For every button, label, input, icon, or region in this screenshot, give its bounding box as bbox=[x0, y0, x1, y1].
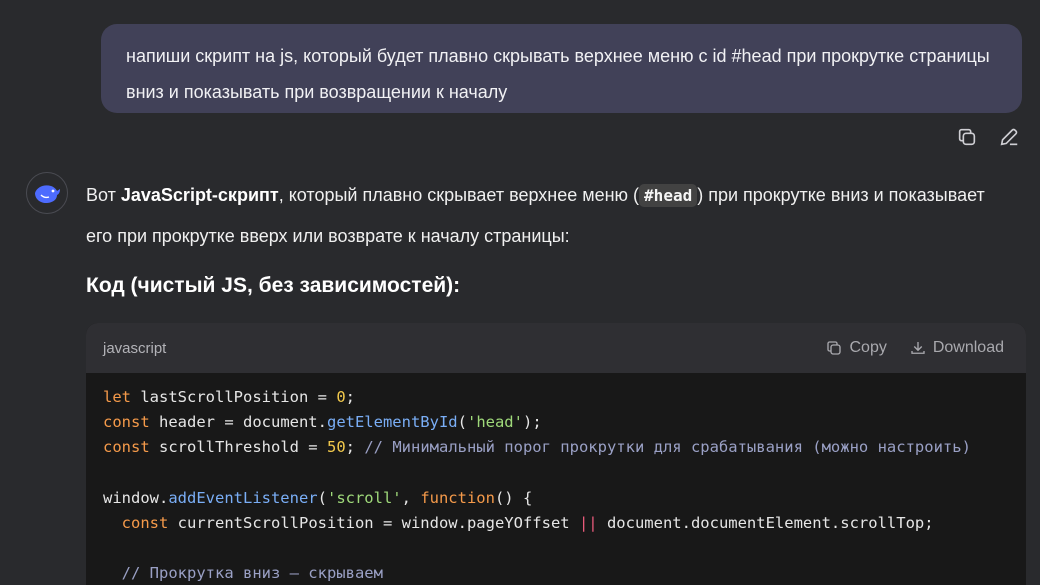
code-text: window. bbox=[103, 488, 169, 507]
code-line: let lastScrollPosition = 0; bbox=[103, 388, 355, 406]
code-header: javascript Copy Download bbox=[86, 323, 1026, 373]
code-number: 0 bbox=[336, 388, 346, 406]
code-function: addEventListener bbox=[168, 488, 318, 507]
message-actions bbox=[954, 124, 1022, 150]
code-keyword: const bbox=[103, 413, 150, 432]
inline-code: #head bbox=[639, 184, 698, 207]
code-text: lastScrollPosition = bbox=[131, 388, 337, 406]
code-text: header = document. bbox=[149, 413, 327, 432]
code-comment: // Прокрутка вниз — скрываем bbox=[121, 564, 383, 583]
code-block: javascript Copy Download let lastScrollP… bbox=[86, 323, 1026, 585]
code-text: ); bbox=[522, 413, 542, 432]
download-icon bbox=[911, 342, 925, 354]
code-content: let lastScrollPosition = 0; const header… bbox=[86, 373, 1026, 585]
code-actions: Copy Download bbox=[825, 339, 1004, 357]
copy-code-button[interactable]: Copy bbox=[825, 339, 887, 357]
user-message-text: напиши скрипт на js, который будет плавн… bbox=[126, 46, 990, 102]
code-function: getElementById bbox=[326, 413, 458, 432]
code-line: const header = document.getElementById('… bbox=[103, 413, 542, 431]
copy-icon bbox=[958, 128, 976, 146]
copy-code-label: Copy bbox=[849, 339, 887, 356]
code-text: scrollThreshold = bbox=[149, 438, 327, 457]
code-number: 50 bbox=[326, 438, 346, 457]
user-message: напиши скрипт на js, который будет плавн… bbox=[101, 24, 1022, 113]
intro-text: Вот bbox=[86, 185, 121, 205]
copy-message-button[interactable] bbox=[954, 124, 980, 150]
code-string: 'scroll' bbox=[326, 488, 402, 507]
deepseek-whale-icon bbox=[35, 185, 60, 203]
code-line: window.addEventListener('scroll', functi… bbox=[103, 489, 532, 507]
edit-icon bbox=[1000, 128, 1018, 146]
code-string: 'head' bbox=[466, 413, 523, 432]
copy-icon bbox=[827, 341, 842, 355]
code-operator: || bbox=[578, 514, 598, 533]
download-code-button[interactable]: Download bbox=[909, 339, 1004, 357]
code-text: currentScrollPosition = window.pageYOffs… bbox=[168, 514, 579, 533]
code-text: ; bbox=[345, 388, 355, 406]
code-text: , bbox=[401, 488, 421, 507]
assistant-avatar bbox=[26, 172, 68, 214]
code-language: javascript bbox=[103, 339, 167, 357]
code-text: document.documentElement.scrollTop; bbox=[597, 514, 934, 533]
code-comment: // Минимальный порог прокрутки для сраба… bbox=[364, 438, 971, 457]
code-text: ( bbox=[457, 413, 467, 432]
code-keyword: const bbox=[103, 438, 150, 457]
code-text: ( bbox=[317, 488, 327, 507]
intro-bold: JavaScript-скрипт bbox=[120, 185, 279, 205]
code-keyword: const bbox=[121, 514, 169, 533]
section-heading: Код (чистый JS, без зависимостей): bbox=[86, 274, 461, 297]
download-code-label: Download bbox=[932, 339, 1004, 356]
intro-text: , который плавно скрывает верхнее меню ( bbox=[278, 185, 640, 205]
code-keyword: function bbox=[420, 488, 495, 507]
code-text: ; bbox=[345, 438, 365, 457]
code-line: const currentScrollPosition = window.pag… bbox=[103, 514, 934, 532]
edit-message-button[interactable] bbox=[996, 124, 1022, 150]
assistant-intro: Вот JavaScript-скрипт, который плавно ск… bbox=[86, 175, 1006, 256]
code-text: () { bbox=[494, 488, 533, 507]
code-line: // Прокрутка вниз — скрываем bbox=[103, 564, 383, 582]
code-line: const scrollThreshold = 50; // Минимальн… bbox=[103, 438, 971, 456]
code-keyword: let bbox=[103, 388, 131, 406]
